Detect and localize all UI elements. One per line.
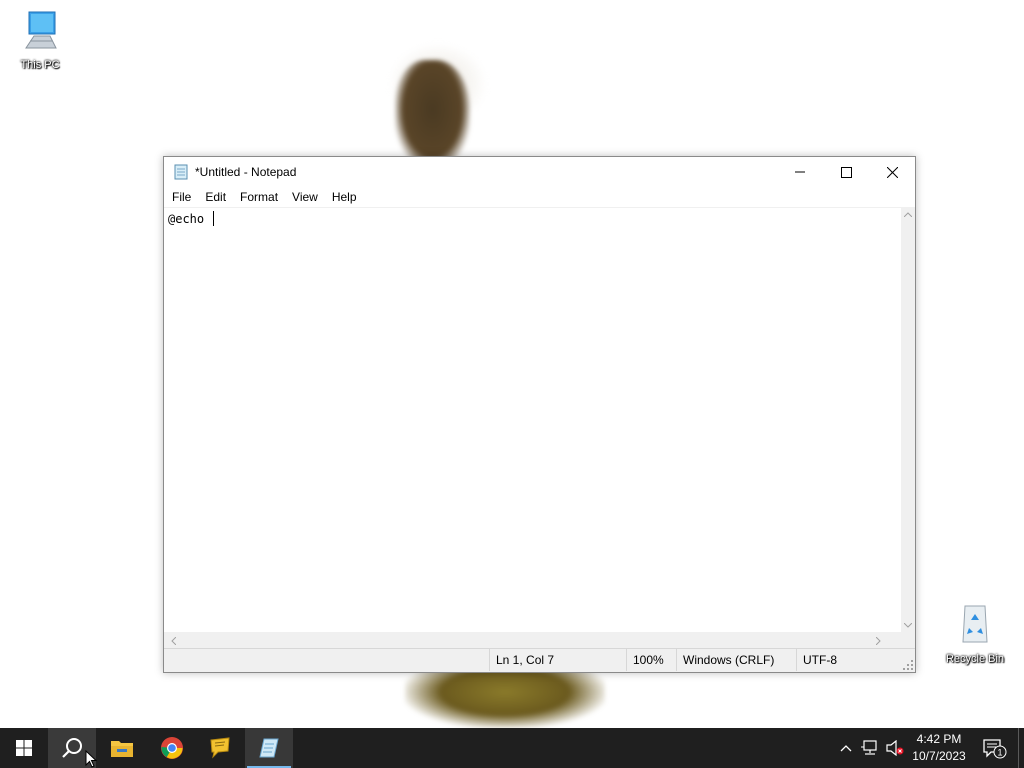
clock-time: 4:42 PM: [916, 732, 962, 746]
file-explorer-button[interactable]: [98, 728, 146, 768]
taskbar: 4:42 PM 10/7/2023 1: [0, 728, 1024, 768]
notification-count: 1: [997, 748, 1002, 758]
start-button[interactable]: [0, 728, 48, 768]
vertical-scrollbar[interactable]: [901, 207, 915, 632]
chevron-up-icon: [840, 745, 852, 752]
resize-grip-icon[interactable]: [903, 660, 913, 670]
show-desktop-divider[interactable]: [1018, 728, 1019, 768]
chrome-icon: [161, 737, 183, 759]
notepad-taskbar-button[interactable]: [245, 728, 293, 768]
menu-bar: File Edit Format View Help: [164, 187, 915, 207]
title-bar[interactable]: *Untitled - Notepad: [164, 157, 915, 187]
notepad-icon: [174, 164, 188, 180]
show-hidden-icons-button[interactable]: [836, 728, 856, 768]
menu-edit[interactable]: Edit: [198, 190, 233, 204]
network-button[interactable]: [858, 728, 882, 768]
clock-date: 10/7/2023: [912, 749, 966, 763]
menu-format[interactable]: Format: [233, 190, 285, 204]
computer-icon: [25, 11, 57, 49]
desktop-icon-this-pc[interactable]: This PC: [5, 8, 75, 71]
status-position: Ln 1, Col 7: [489, 649, 624, 671]
editor-text: @echo: [168, 212, 212, 226]
close-button[interactable]: [869, 157, 915, 187]
start-icon: [16, 740, 32, 756]
wallpaper-hood: [388, 42, 488, 112]
notepad-icon: [259, 738, 279, 758]
menu-view[interactable]: View: [285, 190, 325, 204]
menu-help[interactable]: Help: [325, 190, 364, 204]
scroll-down-arrow-icon[interactable]: [901, 618, 915, 632]
wallpaper-figure-head: [395, 60, 470, 170]
scroll-up-arrow-icon[interactable]: [901, 207, 915, 221]
volume-muted-icon: [886, 740, 904, 756]
volume-button[interactable]: [884, 728, 906, 768]
minimize-button[interactable]: [777, 157, 823, 187]
mouse-pointer-icon: [85, 750, 97, 768]
maximize-button[interactable]: [823, 157, 869, 187]
horizontal-scrollbar[interactable]: [164, 632, 901, 649]
recycle-bin-icon: [962, 605, 988, 643]
close-icon: [886, 166, 898, 178]
notepad-window: *Untitled - Notepad File Edit Format Vie…: [163, 156, 916, 673]
search-icon: [62, 738, 82, 758]
file-explorer-icon: [111, 741, 133, 757]
status-bar: Ln 1, Col 7 100% Windows (CRLF) UTF-8: [164, 648, 915, 672]
text-editor[interactable]: @echo: [164, 207, 901, 632]
desktop-icon-label: This PC: [20, 59, 60, 71]
status-line-ending: Windows (CRLF): [676, 649, 795, 671]
maximize-icon: [840, 166, 852, 178]
window-title: *Untitled - Notepad: [195, 165, 297, 179]
scrollbar-corner: [901, 632, 915, 649]
wallpaper-figure-body: [405, 668, 605, 728]
desktop-icon-recycle-bin[interactable]: Recycle Bin: [940, 602, 1010, 665]
text-caret: [213, 211, 215, 226]
minimize-icon: [795, 171, 805, 173]
network-icon: [861, 740, 877, 755]
status-encoding: UTF-8: [796, 649, 903, 671]
sticky-chat-button[interactable]: [196, 728, 244, 768]
notification-icon: 1: [983, 739, 1007, 759]
menu-file[interactable]: File: [164, 190, 198, 204]
action-center-button[interactable]: 1: [978, 728, 1010, 768]
sticky-chat-icon: [210, 737, 230, 759]
chrome-button[interactable]: [148, 728, 196, 768]
desktop-icon-label: Recycle Bin: [945, 653, 1005, 665]
clock[interactable]: 4:42 PM 10/7/2023: [906, 728, 972, 768]
scroll-right-arrow-icon[interactable]: [871, 632, 885, 649]
scroll-left-arrow-icon[interactable]: [166, 632, 180, 649]
status-zoom: 100%: [626, 649, 677, 671]
